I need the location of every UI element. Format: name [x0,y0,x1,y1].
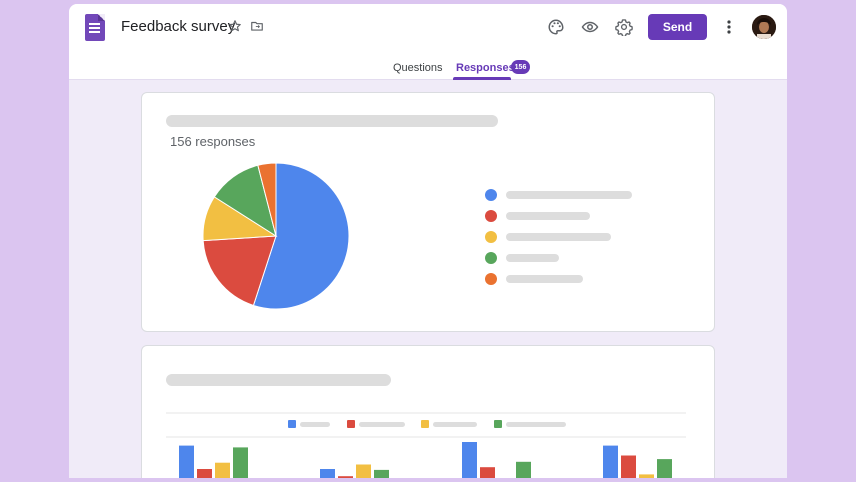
bar-2-3 [356,464,371,478]
bar-legend-label-placeholder-4 [506,422,566,427]
legend-dot-5 [485,273,497,285]
bar-1-1 [179,445,194,478]
bar-chart [166,412,686,478]
preview-eye-icon[interactable] [580,17,600,37]
settings-gear-icon[interactable] [614,17,634,37]
tab-responses[interactable]: Responses [456,61,515,75]
legend-label-placeholder-4 [506,254,559,262]
legend-dot-3 [485,231,497,243]
palette-icon[interactable] [546,17,566,37]
legend-label-placeholder-5 [506,275,583,283]
forms-logo-icon[interactable] [85,14,105,41]
bar-legend-swatch-4 [494,420,502,428]
bar-3-2 [480,467,495,478]
bar-3-1 [462,442,477,478]
bar-4-1 [603,445,618,478]
bar-2-4 [374,469,389,478]
bar-4-4 [657,459,672,478]
bar-legend-swatch-2 [347,420,355,428]
active-tab-indicator [453,77,511,80]
legend-label-placeholder-1 [506,191,632,199]
responses-count: 156 responses [170,134,256,149]
bar-4-3 [639,474,654,478]
question-title-placeholder [166,115,498,127]
user-avatar[interactable] [752,15,776,39]
responses-count-badge: 156 [511,60,530,74]
bar-1-3 [215,462,230,478]
bar-legend-label-placeholder-1 [300,422,330,427]
move-to-folder-icon[interactable] [249,18,265,34]
legend-dot-1 [485,189,497,201]
bar-3-4 [516,461,531,478]
bar-2-2 [338,476,353,478]
bar-legend-label-placeholder-2 [359,422,405,427]
summary-card: 156 responses [141,92,715,332]
bar-legend-label-placeholder-3 [433,422,477,427]
form-title[interactable]: Feedback survey [121,17,235,37]
bar-2-1 [320,469,335,478]
bar-legend-swatch-1 [288,420,296,428]
bar-1-2 [197,469,212,478]
legend-dot-2 [485,210,497,222]
star-icon[interactable] [227,18,243,34]
bar-4-2 [621,455,636,478]
legend-label-placeholder-2 [506,212,590,220]
tab-questions[interactable]: Questions [393,61,443,75]
header: Feedback survey Send Questions Responses… [69,4,787,80]
bar-chart-card [141,345,715,478]
legend-label-placeholder-3 [506,233,611,241]
pie-chart [202,162,350,310]
app-window: Feedback survey Send Questions Responses… [69,4,787,478]
send-button[interactable]: Send [648,14,707,40]
bar-legend-swatch-3 [421,420,429,428]
bar-1-4 [233,447,248,478]
more-vert-icon[interactable] [721,17,737,37]
legend-dot-4 [485,252,497,264]
